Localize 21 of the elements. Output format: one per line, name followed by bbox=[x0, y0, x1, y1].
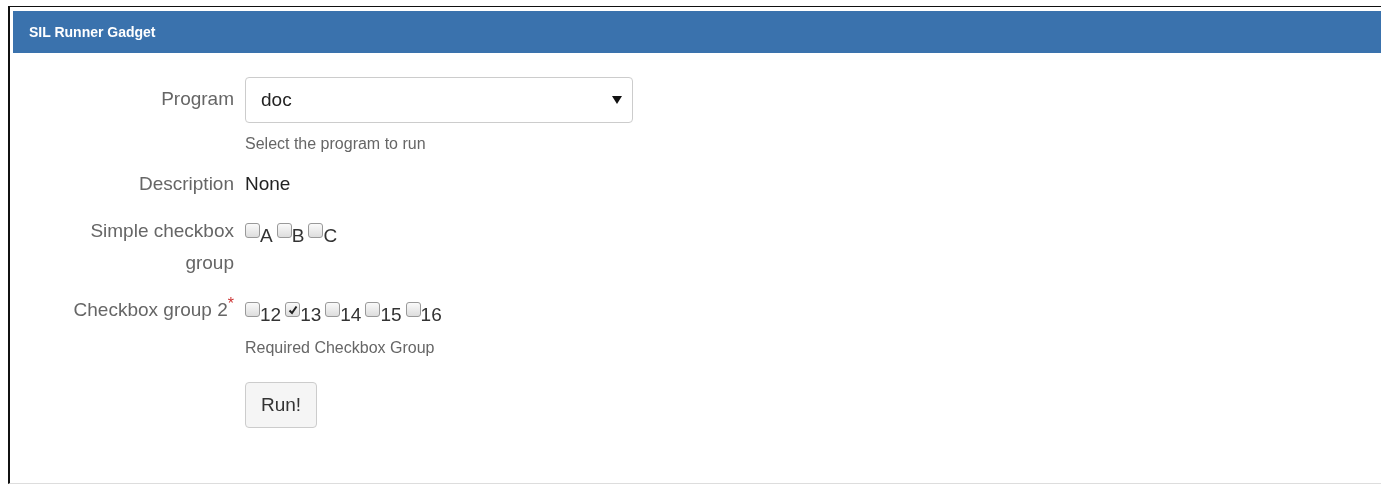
required-mark: * bbox=[227, 295, 234, 312]
program-select[interactable]: doc bbox=[245, 77, 633, 123]
checkbox[interactable]: 12 bbox=[245, 300, 282, 327]
checkbox[interactable]: 14 bbox=[325, 300, 362, 327]
field-label: Description bbox=[138, 173, 234, 194]
panel-title: SIL Runner Gadget bbox=[29, 24, 156, 40]
checkbox[interactable]: 13 bbox=[285, 300, 322, 327]
checkbox[interactable]: A bbox=[245, 221, 273, 248]
field-label: Simple checkbox group bbox=[90, 220, 234, 273]
field-label: Checkbox group 2 bbox=[73, 299, 228, 320]
help-text: Select the program to run bbox=[245, 135, 426, 153]
caret-icon bbox=[612, 96, 622, 104]
help-text: Required Checkbox Group bbox=[245, 339, 435, 357]
checkbox[interactable]: C bbox=[308, 221, 338, 248]
run-button[interactable]: Run! bbox=[245, 382, 318, 428]
checkbox[interactable]: B bbox=[276, 221, 305, 248]
check-icon bbox=[287, 304, 298, 315]
field-label: Program bbox=[161, 88, 234, 109]
checkbox[interactable]: 16 bbox=[405, 300, 442, 327]
checkbox[interactable]: 15 bbox=[365, 300, 402, 327]
field-value: None bbox=[245, 172, 291, 196]
